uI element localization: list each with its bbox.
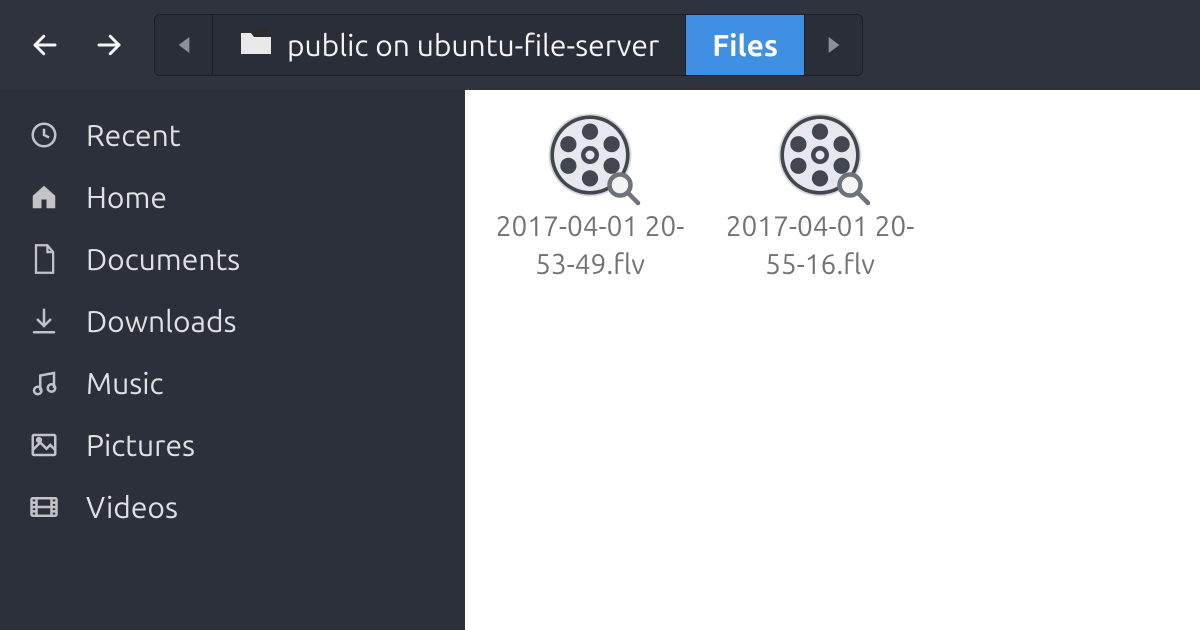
- sidebar-item-documents[interactable]: Documents: [0, 228, 465, 290]
- arrow-right-icon: [94, 30, 124, 60]
- sidebar-item-label: Pictures: [86, 428, 195, 462]
- toolbar: public on ubuntu-file-server Files: [0, 0, 1200, 90]
- arrow-left-icon: [30, 30, 60, 60]
- path-segment-label: Files: [712, 28, 778, 62]
- forward-button[interactable]: [84, 20, 134, 70]
- film-reel-icon: [775, 110, 865, 200]
- sidebar-item-label: Recent: [86, 118, 181, 152]
- path-next-button[interactable]: [804, 15, 862, 75]
- path-segment-label: public on ubuntu-file-server: [287, 28, 659, 62]
- triangle-left-icon: [177, 37, 191, 53]
- sidebar-item-label: Music: [86, 366, 163, 400]
- document-icon: [24, 243, 64, 275]
- file-name: 2017-04-01 20-53-49.flv: [495, 208, 685, 284]
- film-reel-icon: [545, 110, 635, 200]
- sidebar-item-label: Home: [86, 180, 167, 214]
- network-folder-icon: [239, 27, 273, 63]
- sidebar: Recent Home Documents Downloads: [0, 90, 465, 630]
- sidebar-item-music[interactable]: Music: [0, 352, 465, 414]
- video-icon: [24, 492, 64, 522]
- path-segment-current[interactable]: Files: [686, 15, 804, 75]
- file-name: 2017-04-01 20-55-16.flv: [725, 208, 915, 284]
- sidebar-item-label: Documents: [86, 242, 240, 276]
- back-button[interactable]: [20, 20, 70, 70]
- sidebar-item-home[interactable]: Home: [0, 166, 465, 228]
- file-item[interactable]: 2017-04-01 20-55-16.flv: [725, 110, 915, 284]
- picture-icon: [24, 430, 64, 460]
- sidebar-item-pictures[interactable]: Pictures: [0, 414, 465, 476]
- path-bar: public on ubuntu-file-server Files: [154, 14, 863, 76]
- music-icon: [24, 368, 64, 398]
- sidebar-item-downloads[interactable]: Downloads: [0, 290, 465, 352]
- sidebar-item-label: Videos: [86, 490, 178, 524]
- clock-icon: [24, 120, 64, 150]
- sidebar-item-label: Downloads: [86, 304, 237, 338]
- file-item[interactable]: 2017-04-01 20-53-49.flv: [495, 110, 685, 284]
- sidebar-item-recent[interactable]: Recent: [0, 104, 465, 166]
- magnifier-icon: [605, 170, 641, 206]
- download-icon: [24, 306, 64, 336]
- magnifier-icon: [835, 170, 871, 206]
- file-pane: 2017-04-01 20-53-49.flv: [465, 90, 1200, 630]
- path-prev-button[interactable]: [155, 15, 213, 75]
- path-segment-location[interactable]: public on ubuntu-file-server: [213, 15, 686, 75]
- triangle-right-icon: [827, 37, 841, 53]
- sidebar-item-videos[interactable]: Videos: [0, 476, 465, 538]
- home-icon: [24, 182, 64, 212]
